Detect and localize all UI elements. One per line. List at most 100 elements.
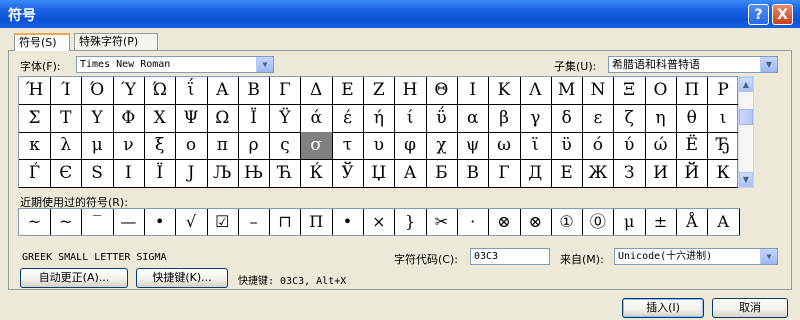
symbol-cell[interactable]: Θ — [425, 77, 458, 105]
symbol-cell[interactable]: ή — [363, 104, 396, 133]
scroll-down-icon[interactable]: ▼ — [739, 172, 753, 187]
symbol-cell[interactable]: Љ — [206, 159, 239, 188]
recent-symbol-cell[interactable]: A — [708, 209, 740, 235]
symbol-cell[interactable]: Џ — [363, 159, 396, 188]
help-button[interactable]: ? — [748, 4, 769, 25]
tab-symbols[interactable]: 符号(S) — [14, 33, 70, 51]
symbol-cell[interactable]: Ћ — [269, 159, 302, 188]
recent-symbol-cell[interactable]: ⊗ — [489, 209, 521, 235]
recent-symbol-cell[interactable]: } — [395, 209, 427, 235]
recent-symbol-cell[interactable]: ‾ — [82, 209, 114, 235]
recent-symbol-cell[interactable]: ± — [645, 209, 677, 235]
symbol-cell[interactable]: ν — [112, 132, 145, 160]
symbol-cell[interactable]: Ή — [19, 77, 51, 105]
symbol-cell[interactable]: Ί — [50, 77, 83, 105]
symbol-cell[interactable]: ΰ — [425, 104, 458, 133]
symbol-cell[interactable]: μ — [81, 132, 114, 160]
symbol-cell[interactable]: ά — [300, 104, 333, 133]
symbol-cell[interactable]: λ — [50, 132, 83, 160]
symbol-cell[interactable]: Κ — [488, 77, 521, 105]
symbol-cell[interactable]: Γ — [269, 77, 302, 105]
symbol-cell[interactable]: Ѕ — [81, 159, 114, 188]
shortcut-key-button[interactable]: 快捷键(K)... — [136, 268, 228, 288]
symbol-cell[interactable]: η — [645, 104, 677, 133]
symbol-cell[interactable]: π — [206, 132, 239, 160]
chevron-down-icon[interactable]: ▼ — [760, 57, 777, 72]
recent-symbol-cell[interactable]: ✂ — [426, 209, 458, 235]
recent-symbol-cell[interactable]: √ — [176, 209, 208, 235]
symbol-cell[interactable]: α — [457, 104, 490, 133]
symbol-cell[interactable]: ψ — [457, 132, 490, 160]
symbol-cell[interactable]: Μ — [551, 77, 584, 105]
symbol-grid-scrollbar[interactable]: ▲ ▼ — [738, 76, 754, 188]
recent-symbol-cell[interactable]: ⊓ — [269, 209, 302, 235]
symbol-cell[interactable]: γ — [519, 104, 552, 133]
chevron-down-icon[interactable]: ▼ — [256, 57, 273, 72]
symbol-cell[interactable]: Њ — [238, 159, 271, 188]
symbol-cell[interactable]: έ — [332, 104, 364, 133]
symbol-cell[interactable]: Ε — [332, 77, 364, 105]
symbol-cell[interactable]: δ — [551, 104, 584, 133]
recent-symbol-cell[interactable]: ~ — [19, 209, 51, 235]
symbol-cell[interactable]: Ѓ — [19, 159, 51, 188]
symbol-cell[interactable]: Ψ — [175, 104, 208, 133]
symbol-cell[interactable]: ξ — [144, 132, 177, 160]
recent-symbol-cell[interactable]: ⓪ — [582, 209, 615, 235]
symbol-cell[interactable]: Ё — [676, 132, 709, 160]
symbol-cell[interactable]: Ж — [582, 159, 615, 188]
close-button[interactable]: X — [772, 4, 793, 25]
recent-symbol-cell[interactable]: ~ — [50, 209, 83, 235]
symbol-cell[interactable]: ΐ — [175, 77, 208, 105]
autocorrect-button[interactable]: 自动更正(A)... — [20, 268, 128, 288]
scroll-up-icon[interactable]: ▲ — [739, 77, 753, 92]
symbol-cell[interactable]: ί — [394, 104, 427, 133]
symbol-cell[interactable]: ο — [175, 132, 208, 160]
symbol-cell[interactable]: Η — [394, 77, 427, 105]
symbol-cell[interactable]: ώ — [645, 132, 677, 160]
recent-symbol-cell[interactable]: ⊗ — [520, 209, 552, 235]
symbol-cell[interactable]: ς — [269, 132, 302, 160]
symbol-cell[interactable]: К — [707, 159, 740, 188]
symbol-cell[interactable]: ε — [582, 104, 615, 133]
symbol-cell[interactable]: Д — [519, 159, 552, 188]
insert-button[interactable]: 插入(I) — [622, 298, 704, 318]
symbol-cell[interactable]: Λ — [519, 77, 552, 105]
symbol-cell[interactable]: Χ — [144, 104, 177, 133]
symbol-cell[interactable]: Δ — [300, 77, 333, 105]
font-select[interactable]: Times New Roman ▼ — [76, 56, 274, 73]
symbol-cell[interactable]: τ — [332, 132, 364, 160]
symbol-cell[interactable]: ι — [707, 104, 740, 133]
symbol-cell[interactable]: Τ — [50, 104, 83, 133]
symbol-cell[interactable]: υ — [363, 132, 396, 160]
symbol-cell[interactable]: Ό — [81, 77, 114, 105]
chevron-down-icon[interactable]: ▼ — [760, 249, 777, 264]
symbol-cell[interactable]: Ђ — [707, 132, 740, 160]
symbol-cell[interactable]: З — [613, 159, 646, 188]
symbol-cell[interactable]: ρ — [238, 132, 271, 160]
recent-symbol-cell[interactable]: – — [238, 209, 271, 235]
symbol-cell[interactable]: І — [112, 159, 145, 188]
recent-symbol-cell[interactable]: · — [457, 209, 490, 235]
recent-symbol-cell[interactable]: — — [113, 209, 145, 235]
symbol-cell[interactable]: ϋ — [551, 132, 584, 160]
tab-special-characters[interactable]: 特殊字符(P) — [74, 33, 158, 50]
symbol-cell[interactable]: σ — [300, 132, 333, 160]
recent-symbol-cell[interactable]: ① — [551, 209, 584, 235]
symbol-cell[interactable]: Ї — [144, 159, 177, 188]
symbol-cell[interactable]: Σ — [19, 104, 51, 133]
recent-symbol-cell[interactable]: • — [332, 209, 364, 235]
symbol-cell[interactable]: φ — [394, 132, 427, 160]
recent-symbol-cell[interactable]: Π — [301, 209, 333, 235]
symbol-cell[interactable]: Β — [238, 77, 271, 105]
symbol-cell[interactable]: А — [394, 159, 427, 188]
title-bar[interactable]: 符号 ? X — [0, 0, 800, 28]
symbol-cell[interactable]: ζ — [613, 104, 646, 133]
symbol-cell[interactable]: Ϊ — [238, 104, 271, 133]
symbol-cell[interactable]: Ω — [206, 104, 239, 133]
symbol-cell[interactable]: Υ — [81, 104, 114, 133]
recent-symbol-cell[interactable]: × — [363, 209, 396, 235]
symbol-cell[interactable]: β — [488, 104, 521, 133]
symbol-cell[interactable]: Φ — [112, 104, 145, 133]
symbol-cell[interactable]: Ύ — [112, 77, 145, 105]
symbol-cell[interactable]: Ј — [175, 159, 208, 188]
